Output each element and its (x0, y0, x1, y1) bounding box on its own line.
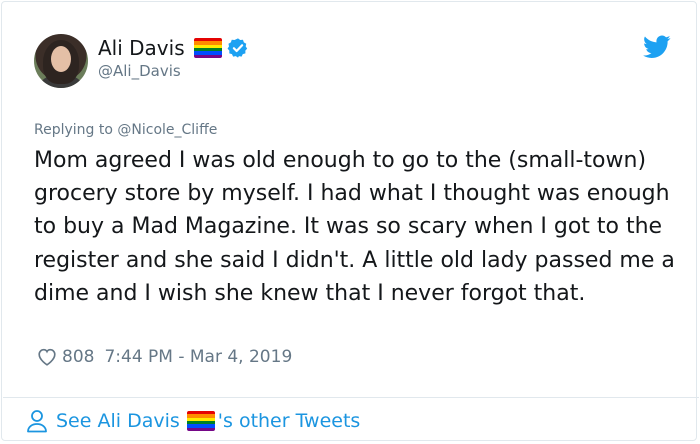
footer-divider (3, 397, 699, 398)
replying-to-mention[interactable]: @Nicole_Cliffe (117, 122, 217, 138)
verified-badge-icon (227, 38, 247, 58)
tweet-text: Mom agreed I was old enough to go to the… (34, 148, 675, 306)
avatar[interactable] (34, 34, 88, 88)
heart-outline-icon[interactable] (36, 346, 58, 368)
twitter-bird-icon[interactable] (643, 35, 671, 59)
footer-link-suffix: 's other Tweets (217, 410, 361, 432)
like-count[interactable]: 808 (62, 347, 94, 367)
tweet-timestamp[interactable]: 7:44 PM - Mar 4, 2019 (104, 347, 292, 367)
replying-to-line: Replying to @Nicole_Cliffe (34, 122, 217, 138)
avatar-face (51, 46, 71, 72)
author-display-name[interactable]: Ali Davis (98, 36, 185, 60)
rainbow-flag-emoji (193, 38, 222, 58)
footer-link-prefix: See Ali Davis (56, 410, 180, 432)
tweet-card: Ali Davis @Ali_Davis Replying to @Nicole… (1, 1, 699, 441)
rainbow-flag-emoji (186, 411, 215, 431)
person-outline-icon (27, 410, 47, 433)
author-handle[interactable]: @Ali_Davis (98, 62, 181, 80)
replying-prefix: Replying to (34, 122, 118, 138)
see-other-tweets-link[interactable]: See Ali Davis 's other Tweets (26, 406, 360, 436)
tweet-meta: 808 7:44 PM - Mar 4, 2019 (36, 345, 292, 369)
author-name-row[interactable]: Ali Davis (98, 36, 249, 60)
